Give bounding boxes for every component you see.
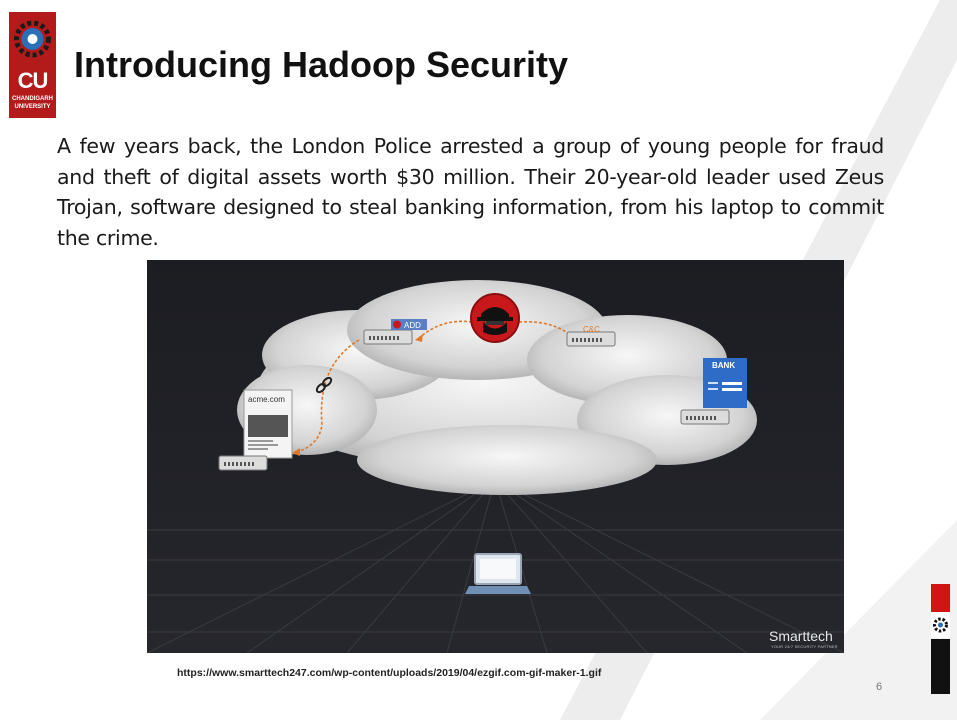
gear-emblem-icon xyxy=(14,20,51,58)
smarttech-tagline: YOUR 24/7 SECURITY PARTNER xyxy=(771,644,838,649)
side-gear-icon xyxy=(931,612,950,638)
side-accent-black xyxy=(931,639,950,694)
logo-line1: CHANDIGARH xyxy=(12,96,53,102)
laptop-icon xyxy=(465,553,531,594)
slide-title: Introducing Hadoop Security xyxy=(74,44,569,85)
university-logo: CU CHANDIGARH UNIVERSITY xyxy=(9,12,56,118)
logo-initials: CU xyxy=(17,68,49,93)
source-url: https://www.smarttech247.com/wp-content/… xyxy=(177,667,602,679)
add-label: ADD xyxy=(404,321,421,330)
server-left-icon xyxy=(218,455,268,471)
page-number: 6 xyxy=(876,681,883,693)
server-cc-icon xyxy=(566,331,616,347)
slide: CU CHANDIGARH UNIVERSITY Introducing Had… xyxy=(0,0,957,720)
cc-label: C&C xyxy=(583,325,600,334)
smarttech-brand: Smarttech xyxy=(769,628,833,644)
hacker-icon xyxy=(470,293,520,343)
zeus-trojan-illustration: ADD C&C acme.com BANK Smarttech YOUR 24/… xyxy=(147,260,844,653)
logo-line2: UNIVERSITY xyxy=(14,104,51,110)
slide-body-text: A few years back, the London Police arre… xyxy=(57,134,884,250)
side-accent-red xyxy=(931,584,950,612)
site-label: acme.com xyxy=(248,395,285,404)
server-bank-icon xyxy=(680,409,730,425)
bank-label: BANK xyxy=(712,361,735,370)
